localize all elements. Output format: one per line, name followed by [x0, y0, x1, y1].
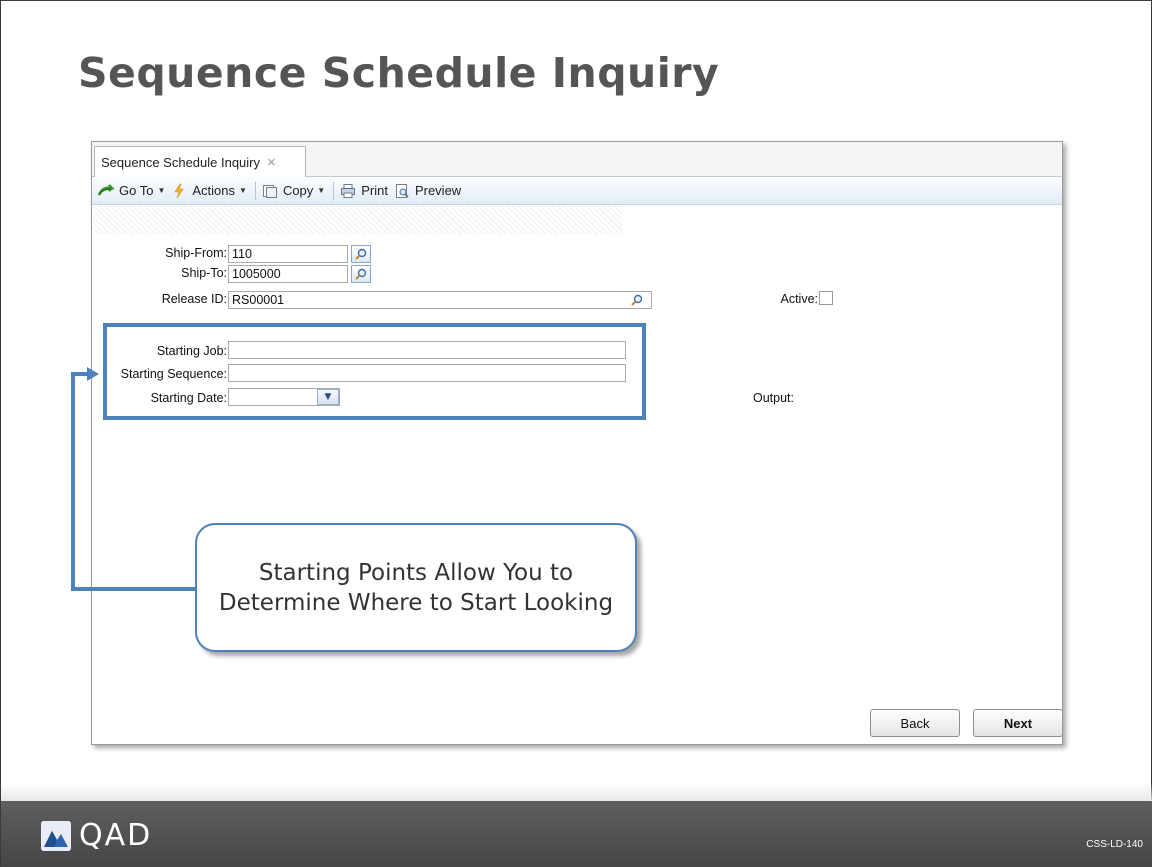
- actions-icon: [171, 183, 187, 199]
- starting-points-highlight: [103, 323, 646, 420]
- ship-to-label: Ship-To:: [181, 266, 227, 280]
- copy-icon: [262, 183, 278, 199]
- back-button[interactable]: Back: [870, 709, 960, 737]
- go-to-button[interactable]: Go To ▼: [97, 183, 166, 199]
- lookup-icon: [355, 248, 367, 260]
- tab-sequence-schedule-inquiry[interactable]: Sequence Schedule Inquiry ×: [94, 146, 306, 178]
- actions-label: Actions: [192, 183, 236, 198]
- next-button[interactable]: Next: [973, 709, 1062, 737]
- release-id-label: Release ID:: [161, 292, 227, 306]
- lookup-icon: [631, 294, 643, 306]
- copy-button[interactable]: Copy ▼: [262, 183, 325, 199]
- qad-logo: QAD: [41, 818, 152, 853]
- ship-to-field[interactable]: 1005000: [228, 265, 348, 283]
- footer-fade: [1, 783, 1152, 801]
- connector-line: [71, 372, 75, 591]
- qad-logo-icon: [41, 820, 71, 851]
- lookup-icon: [355, 268, 367, 280]
- slide-code: CSS-LD-140: [1086, 839, 1143, 850]
- actions-button[interactable]: Actions ▼: [171, 183, 247, 199]
- copy-label: Copy: [282, 183, 314, 198]
- toolbar-separator: [254, 181, 256, 200]
- slide: Sequence Schedule Inquiry Sequence Sched…: [0, 0, 1152, 867]
- ship-to-lookup-button[interactable]: [351, 265, 371, 283]
- preview-button[interactable]: Preview: [394, 183, 461, 199]
- slide-title: Sequence Schedule Inquiry: [78, 49, 720, 97]
- active-label: Active:: [780, 292, 818, 306]
- release-id-field[interactable]: RS00001: [228, 291, 652, 309]
- preview-icon: [394, 183, 410, 199]
- release-id-lookup-button[interactable]: [628, 292, 646, 308]
- chevron-down-icon: ▼: [239, 186, 247, 195]
- go-to-icon: [97, 183, 116, 199]
- connector-arrowhead: [87, 367, 99, 381]
- toolbar-separator: [333, 181, 335, 200]
- print-button[interactable]: Print: [340, 183, 388, 199]
- print-label: Print: [361, 183, 388, 198]
- chevron-down-icon: ▼: [157, 186, 166, 195]
- ship-from-field[interactable]: 110: [228, 245, 348, 263]
- toolbar: Go To ▼ Actions ▼ Copy ▼ Print Preview: [92, 177, 1062, 205]
- app-window: Sequence Schedule Inquiry × Go To ▼ Acti…: [91, 141, 1063, 745]
- chevron-down-icon: ▼: [317, 186, 326, 195]
- qad-logo-text: QAD: [79, 818, 153, 853]
- preview-label: Preview: [414, 183, 462, 198]
- ship-from-label: Ship-From:: [165, 246, 227, 260]
- print-icon: [340, 183, 356, 199]
- ship-from-lookup-button[interactable]: [351, 245, 371, 263]
- go-to-label: Go To: [119, 183, 154, 198]
- callout-text: Starting Points Allow You to Determine W…: [218, 559, 614, 616]
- close-icon[interactable]: ×: [267, 155, 276, 170]
- output-label: Output:: [753, 391, 794, 405]
- connector-line: [71, 587, 196, 591]
- footer-bar: [1, 801, 1152, 867]
- active-checkbox[interactable]: [819, 291, 833, 305]
- tab-label: Sequence Schedule Inquiry: [101, 155, 261, 170]
- callout-box: Starting Points Allow You to Determine W…: [195, 523, 637, 652]
- header-stripe: [92, 206, 622, 234]
- tab-bar: Sequence Schedule Inquiry ×: [92, 142, 1062, 178]
